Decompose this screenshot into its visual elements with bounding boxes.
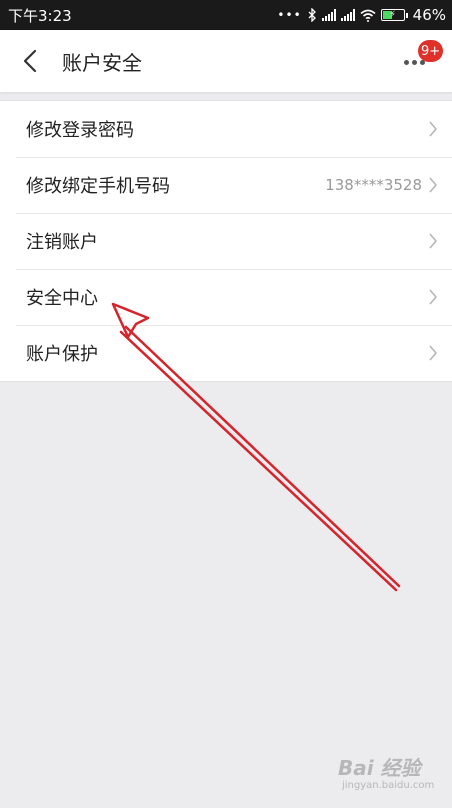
menu-item-change-phone[interactable]: 修改绑定手机号码 138****3528 <box>0 157 452 213</box>
menu-item-label: 账户保护 <box>26 344 98 365</box>
status-icons: ••• ⚡ 46% <box>277 6 446 24</box>
chevron-right-icon <box>429 177 437 193</box>
watermark-url: jingyan.baidu.com <box>342 780 435 791</box>
battery-icon: ⚡ <box>380 9 408 21</box>
watermark-logo: Bai 经验 <box>338 756 421 780</box>
battery-percent: 46% <box>412 6 446 24</box>
wifi-icon <box>360 9 376 22</box>
settings-list: 修改登录密码 修改绑定手机号码 138****3528 注销账户 安全中心 账户… <box>0 100 452 382</box>
bluetooth-icon <box>308 8 316 22</box>
menu-item-account-protection[interactable]: 账户保护 <box>0 325 452 381</box>
menu-item-delete-account[interactable]: 注销账户 <box>0 213 452 269</box>
status-bar: 下午3:23 ••• ⚡ 46% <box>0 0 452 30</box>
menu-item-security-center[interactable]: 安全中心 <box>0 269 452 325</box>
header-bar: 账户安全 9+ <box>0 30 452 92</box>
back-button[interactable] <box>6 30 54 92</box>
chevron-right-icon <box>429 233 437 249</box>
chevron-right-icon <box>429 121 437 137</box>
more-icon <box>404 60 425 65</box>
notification-dots: ••• <box>277 8 302 22</box>
menu-item-label: 修改登录密码 <box>26 120 134 141</box>
more-button[interactable]: 9+ <box>400 40 444 80</box>
chevron-left-icon <box>23 49 37 73</box>
menu-item-change-password[interactable]: 修改登录密码 <box>0 101 452 157</box>
notification-badge: 9+ <box>418 40 444 62</box>
page-title: 账户安全 <box>62 50 142 75</box>
menu-item-label: 注销账户 <box>26 232 98 253</box>
status-time: 下午3:23 <box>8 6 72 25</box>
signal-icon-2 <box>340 9 355 21</box>
menu-item-label: 修改绑定手机号码 <box>26 176 170 197</box>
phone-number-value: 138****3528 <box>325 176 422 194</box>
chevron-right-icon <box>429 289 437 305</box>
signal-icon-1 <box>321 9 336 21</box>
menu-item-label: 安全中心 <box>26 288 98 309</box>
chevron-right-icon <box>429 345 437 361</box>
